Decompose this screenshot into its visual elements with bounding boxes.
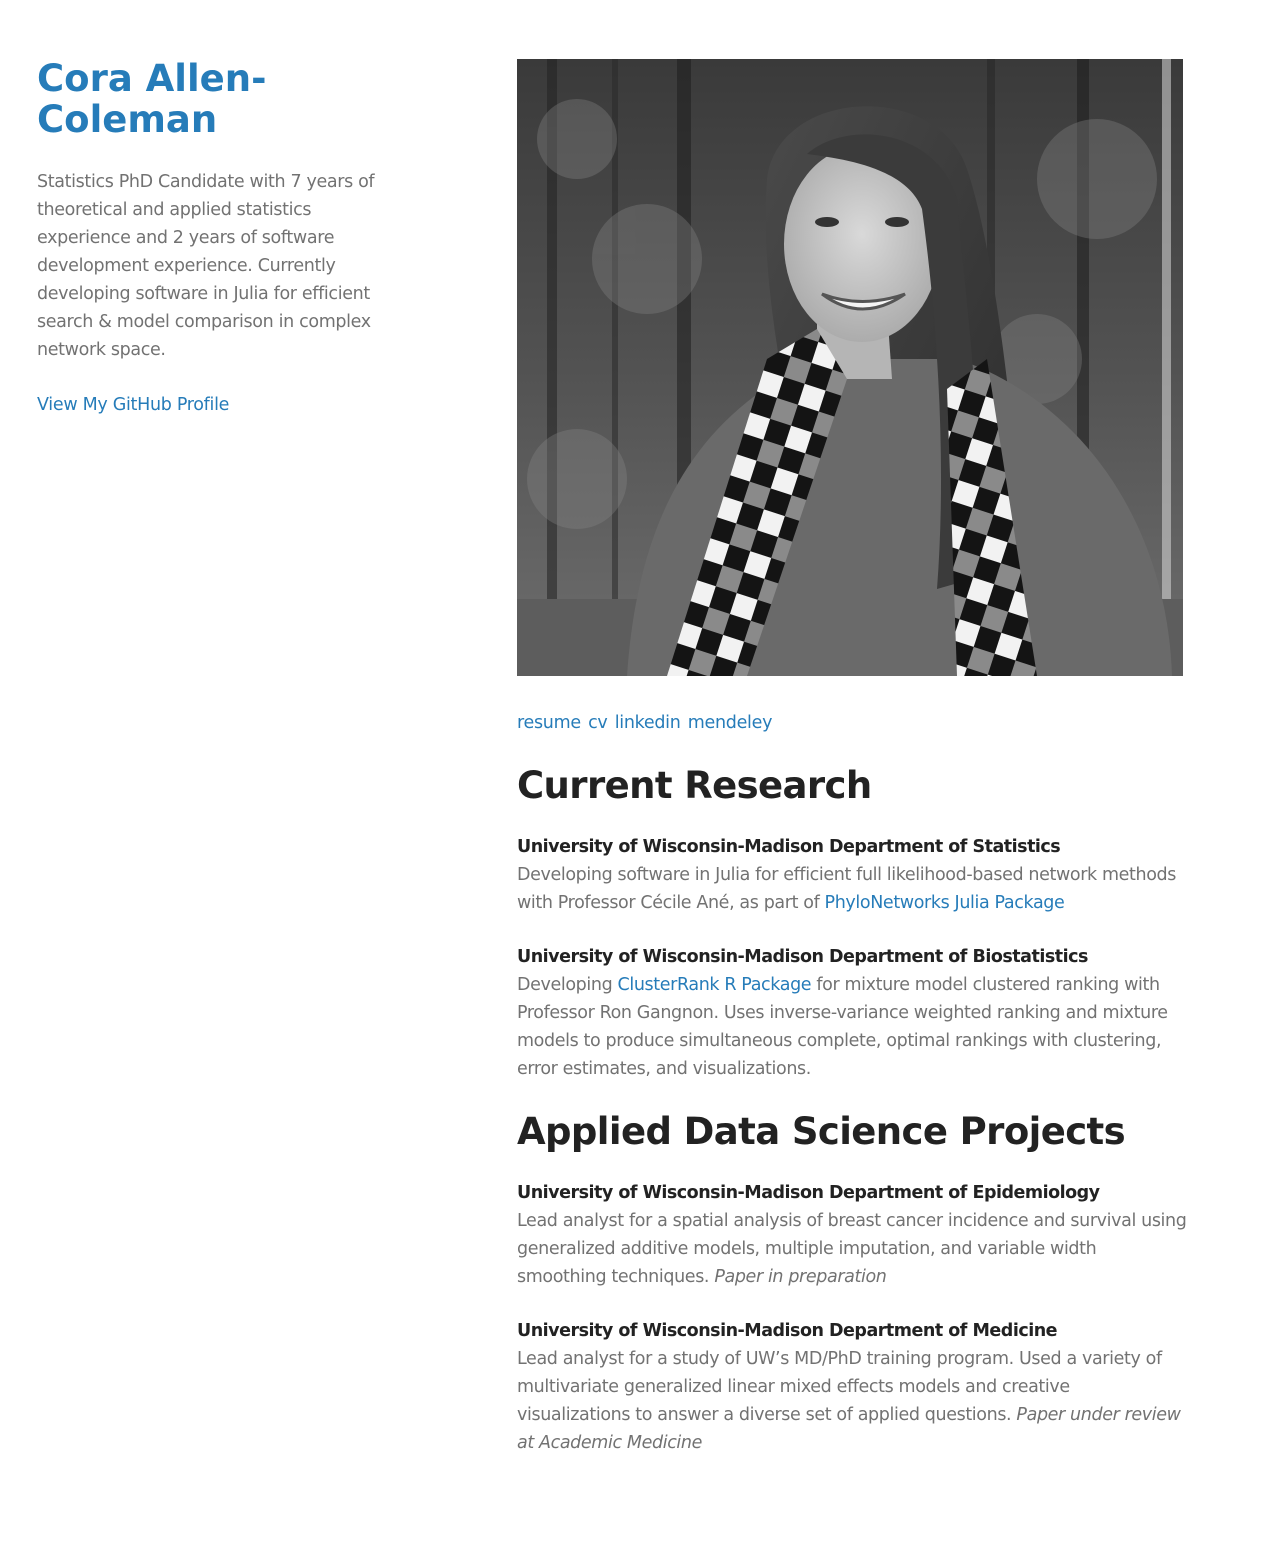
project-entry-medicine: University of Wisconsin-Madison Departme… — [517, 1317, 1187, 1457]
mendeley-link[interactable]: mendeley — [688, 713, 773, 733]
entry-note: Paper in preparation — [714, 1267, 887, 1287]
phylonetworks-link[interactable]: PhyloNetworks Julia Package — [825, 893, 1065, 913]
entry-title: University of Wisconsin-Madison Departme… — [517, 837, 1061, 857]
project-entry-epidemiology: University of Wisconsin-Madison Departme… — [517, 1179, 1187, 1291]
entry-title: University of Wisconsin-Madison Departme… — [517, 947, 1088, 967]
linkedin-link[interactable]: linkedin — [615, 713, 681, 733]
entry-title: University of Wisconsin-Madison Departme… — [517, 1321, 1058, 1341]
tagline: Statistics PhD Candidate with 7 years of… — [37, 172, 375, 360]
cv-link[interactable]: cv — [588, 713, 608, 733]
profile-photo — [517, 59, 1183, 676]
resume-link[interactable]: resume — [517, 713, 581, 733]
current-research-heading: Current Research — [517, 764, 872, 807]
site-title-link[interactable]: Cora Allen-Coleman — [37, 57, 266, 141]
research-entry-biostatistics: University of Wisconsin-Madison Departme… — [517, 943, 1187, 1083]
entry-text: Developing — [517, 975, 618, 995]
sidebar: Cora Allen-Coleman Statistics PhD Candid… — [37, 58, 397, 419]
profile-links: resume cv linkedin mendeley — [517, 709, 1187, 737]
main-content: resume cv linkedin mendeley Current Rese… — [517, 59, 1187, 1457]
applied-projects-heading: Applied Data Science Projects — [517, 1110, 1126, 1153]
entry-title: University of Wisconsin-Madison Departme… — [517, 1183, 1100, 1203]
github-profile-link[interactable]: View My GitHub Profile — [37, 391, 229, 419]
site-title[interactable]: Cora Allen-Coleman — [37, 58, 267, 140]
research-entry-statistics: University of Wisconsin-Madison Departme… — [517, 833, 1187, 917]
clusterrank-link[interactable]: ClusterRank R Package — [618, 975, 812, 995]
